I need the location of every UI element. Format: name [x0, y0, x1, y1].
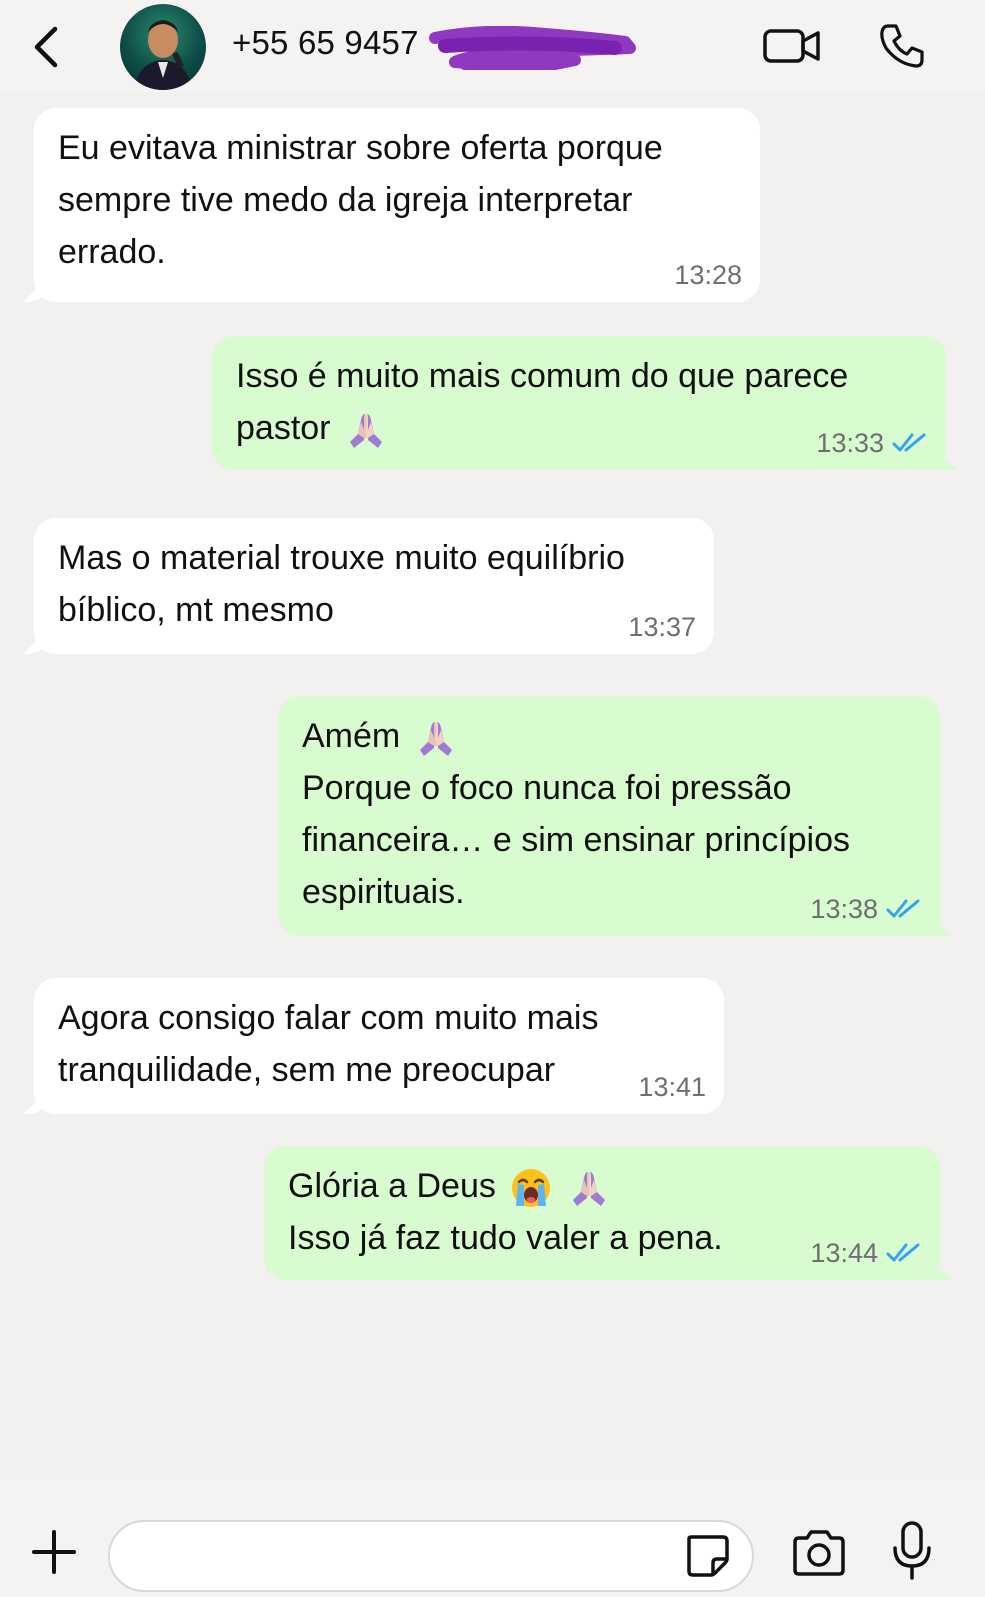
message-time: 13:44	[810, 1238, 878, 1268]
attach-button[interactable]	[30, 1528, 78, 1576]
message-text: errado.	[58, 233, 166, 271]
microphone-icon	[893, 1521, 931, 1580]
message-text: bíblico, mt mesmo	[58, 591, 334, 629]
back-button[interactable]	[26, 22, 66, 72]
sticker-button[interactable]	[683, 1531, 731, 1579]
message-text: sempre tive medo da igreja interpretar	[58, 181, 633, 219]
loudly-crying-face-icon	[512, 1169, 551, 1208]
chat-header: +55 65 9457	[0, 0, 985, 92]
praying-hands-icon	[419, 722, 452, 757]
video-call-icon	[763, 29, 820, 63]
message-bubble-incoming[interactable]: Eu evitava ministrar sobre oferta porque…	[34, 108, 760, 302]
message-text: Amém	[302, 717, 401, 755]
message-bubble-outgoing[interactable]: Glória a Deus Isso já faz tudo valer a p…	[264, 1146, 940, 1280]
message-text: Agora consigo falar com muito mais	[58, 999, 599, 1037]
message-text: Porque o foco nunca foi pressão	[302, 769, 792, 807]
read-ticks-icon	[886, 1243, 920, 1262]
message-bubble-incoming[interactable]: Mas o material trouxe muito equilíbrio b…	[34, 518, 714, 654]
voice-record-button[interactable]	[890, 1520, 934, 1582]
message-time: 13:28	[674, 260, 742, 290]
contact-avatar[interactable]	[120, 4, 206, 90]
sticker-icon	[687, 1535, 729, 1577]
message-time: 13:37	[628, 612, 696, 642]
redaction-scribble	[429, 26, 636, 70]
message-text: pastor	[236, 409, 331, 447]
praying-hands-icon	[572, 1172, 605, 1207]
read-ticks-icon	[886, 899, 920, 918]
video-call-button[interactable]	[762, 20, 822, 72]
message-text: Mas o material trouxe muito equilíbrio	[58, 539, 625, 577]
camera-button[interactable]	[790, 1528, 848, 1578]
message-bubble-outgoing[interactable]: Isso é muito mais comum do que parece pa…	[212, 336, 946, 470]
message-input[interactable]	[108, 1520, 754, 1592]
praying-hands-icon	[349, 414, 382, 449]
contact-name[interactable]: +55 65 9457	[232, 24, 419, 62]
message-time: 13:33	[816, 428, 884, 458]
camera-icon	[793, 1530, 845, 1576]
phone-icon	[880, 24, 924, 68]
message-time: 13:41	[638, 1072, 706, 1102]
voice-call-button[interactable]	[872, 20, 932, 72]
message-bubble-incoming[interactable]: Agora consigo falar com muito mais tranq…	[34, 978, 724, 1114]
message-bubble-outgoing[interactable]: Amém Porque o foco nunca foi pressão fin…	[278, 696, 940, 936]
message-text: tranquilidade, sem me preocupar	[58, 1051, 556, 1089]
chevron-left-icon	[34, 26, 58, 68]
read-ticks-icon	[892, 433, 926, 452]
message-text: financeira… e sim ensinar princípios	[302, 821, 851, 859]
message-text: Isso é muito mais comum do que parece	[236, 357, 849, 395]
message-text: Glória a Deus	[288, 1167, 496, 1205]
message-text: Eu evitava ministrar sobre oferta porque	[58, 129, 663, 167]
message-time: 13:38	[810, 894, 878, 924]
plus-icon	[32, 1530, 76, 1574]
